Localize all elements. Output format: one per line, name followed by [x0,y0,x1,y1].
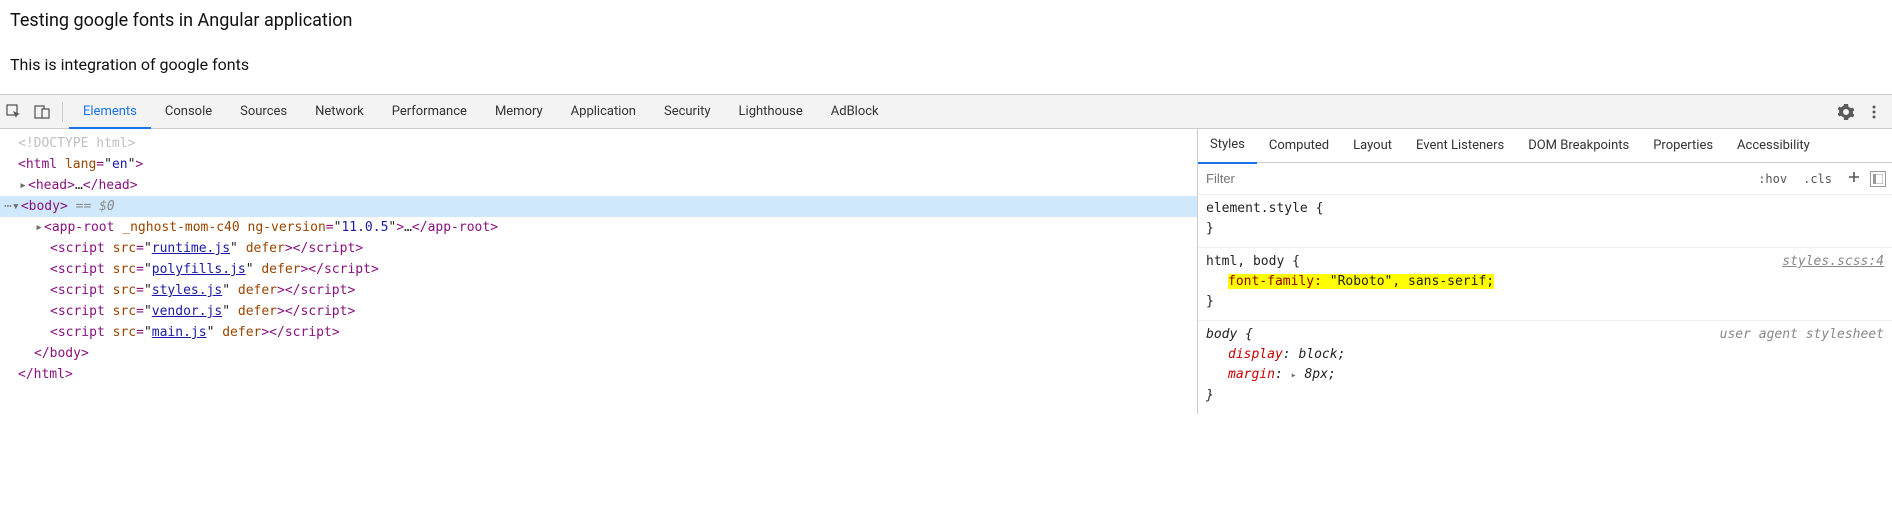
dom-head[interactable]: ▸<head>…</head> [0,175,1197,196]
dom-doctype[interactable]: <!DOCTYPE html> [0,133,1197,154]
settings-gear-icon[interactable] [1832,98,1860,126]
tab-network[interactable]: Network [301,95,378,128]
rule-element-style[interactable]: element.style { } [1198,195,1892,248]
rule-source-link[interactable]: styles.scss:4 [1782,252,1884,272]
devtools-right-controls [1832,98,1892,126]
cls-toggle[interactable]: .cls [1795,172,1840,186]
rule-body-ua[interactable]: user agent stylesheet body { display: bl… [1198,321,1892,414]
styles-panel: Styles Computed Layout Event Listeners D… [1197,129,1892,414]
styles-filter-input[interactable] [1198,171,1750,186]
rule-html-body[interactable]: styles.scss:4 html, body { font-family: … [1198,248,1892,321]
dom-app-root[interactable]: ▸<app-root _nghost-mom-c40 ng-version="1… [0,217,1197,238]
tab-memory[interactable]: Memory [481,95,557,128]
devtools-body: <!DOCTYPE html> <html lang="en"> ▸<head>… [0,129,1892,414]
tab-security[interactable]: Security [650,95,725,128]
styles-tab-computed[interactable]: Computed [1257,129,1341,163]
styles-tabs: Styles Computed Layout Event Listeners D… [1198,129,1892,163]
page-content: Testing google fonts in Angular applicat… [0,0,1892,94]
toggle-sidebar-icon[interactable] [1870,171,1886,187]
devtools-tabs: Elements Console Sources Network Perform… [69,95,1832,128]
dom-html-close[interactable]: </html> [0,364,1197,385]
dom-html-open[interactable]: <html lang="en"> [0,154,1197,175]
hov-toggle[interactable]: :hov [1750,172,1795,186]
device-toolbar-icon[interactable] [28,98,56,126]
styles-filter-row: :hov .cls [1198,163,1892,195]
new-style-rule-icon[interactable] [1840,171,1868,186]
tab-lighthouse[interactable]: Lighthouse [725,95,817,128]
tab-adblock[interactable]: AdBlock [817,95,893,128]
dom-script-polyfills[interactable]: <script src="polyfills.js" defer></scrip… [0,259,1197,280]
page-paragraph: This is integration of google fonts [10,55,1882,74]
styles-tab-accessibility[interactable]: Accessibility [1725,129,1822,163]
devtools: Elements Console Sources Network Perform… [0,94,1892,414]
dom-body-close[interactable]: </body> [0,343,1197,364]
devtools-toolbar: Elements Console Sources Network Perform… [0,95,1892,129]
elements-panel[interactable]: <!DOCTYPE html> <html lang="en"> ▸<head>… [0,129,1197,414]
more-vertical-icon[interactable] [1860,98,1888,126]
tab-sources[interactable]: Sources [226,95,301,128]
rule-source-ua: user agent stylesheet [1720,325,1884,345]
styles-tab-styles[interactable]: Styles [1198,128,1257,164]
page-heading: Testing google fonts in Angular applicat… [10,10,1882,31]
dom-script-runtime[interactable]: <script src="runtime.js" defer></script> [0,238,1197,259]
tab-console[interactable]: Console [151,95,226,128]
toolbar-separator [62,102,63,122]
tab-performance[interactable]: Performance [378,95,481,128]
styles-tab-layout[interactable]: Layout [1341,129,1404,163]
tab-elements[interactable]: Elements [69,95,151,129]
dom-script-vendor[interactable]: <script src="vendor.js" defer></script> [0,301,1197,322]
dom-body-selected[interactable]: ⋯▾<body> == $0 [0,196,1197,217]
styles-tab-dom-breakpoints[interactable]: DOM Breakpoints [1516,129,1641,163]
inspect-element-icon[interactable] [0,98,28,126]
tab-application[interactable]: Application [557,95,650,128]
dom-script-main[interactable]: <script src="main.js" defer></script> [0,322,1197,343]
dom-script-styles[interactable]: <script src="styles.js" defer></script> [0,280,1197,301]
styles-tab-event-listeners[interactable]: Event Listeners [1404,129,1516,163]
styles-tab-properties[interactable]: Properties [1641,129,1725,163]
